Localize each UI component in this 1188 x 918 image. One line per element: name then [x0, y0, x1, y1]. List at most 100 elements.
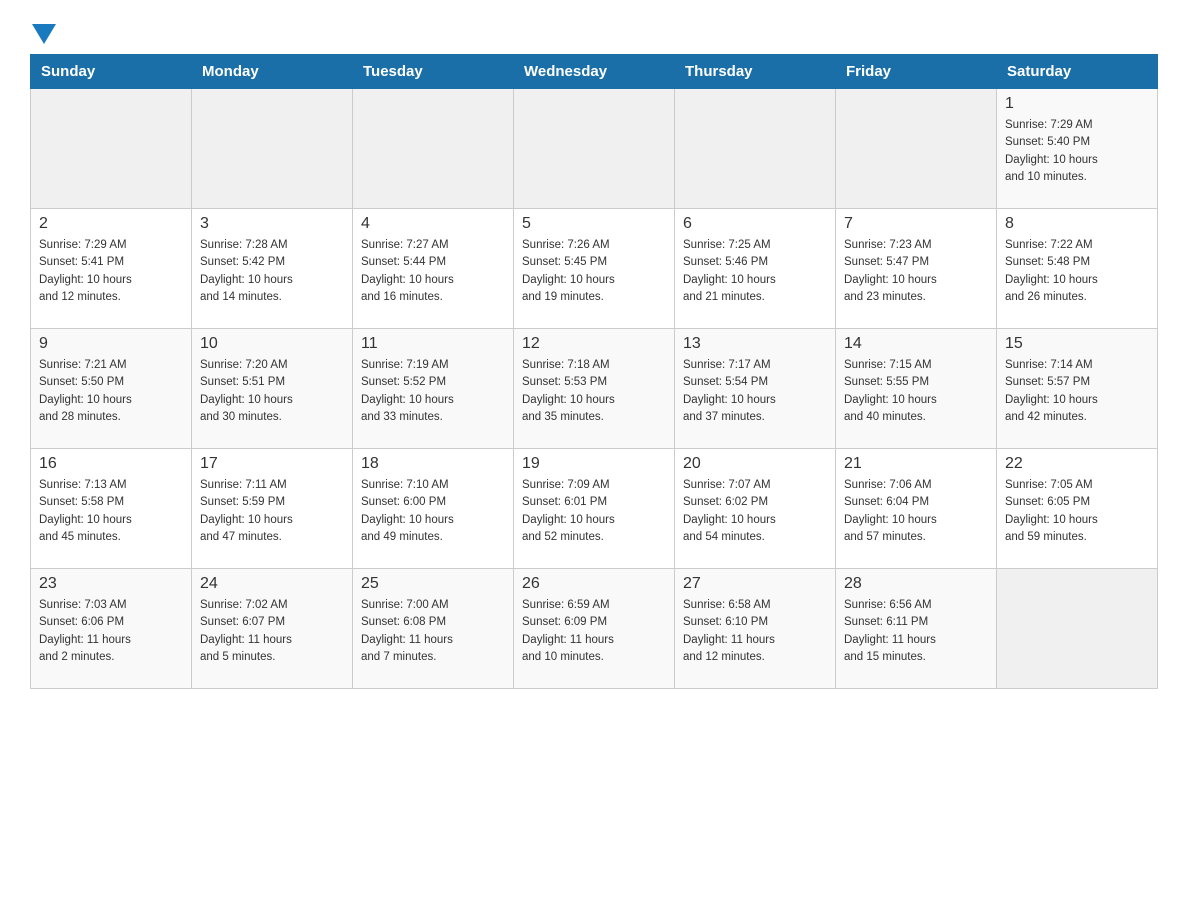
day-number: 21 — [844, 455, 988, 473]
calendar-header-monday: Monday — [192, 55, 353, 89]
day-info: Sunrise: 7:18 AM Sunset: 5:53 PM Dayligh… — [522, 357, 666, 426]
calendar-cell: 7 Sunrise: 7:23 AM Sunset: 5:47 PM Daylig… — [836, 209, 997, 329]
day-info: Sunrise: 7:15 AM Sunset: 5:55 PM Dayligh… — [844, 357, 988, 426]
day-info: Sunrise: 7:26 AM Sunset: 5:45 PM Dayligh… — [522, 237, 666, 306]
day-info: Sunrise: 7:10 AM Sunset: 6:00 PM Dayligh… — [361, 477, 505, 546]
calendar-week-5: 23 Sunrise: 7:03 AM Sunset: 6:06 PM Dayli… — [31, 569, 1158, 689]
calendar-week-2: 2 Sunrise: 7:29 AM Sunset: 5:41 PM Daylig… — [31, 209, 1158, 329]
calendar-week-3: 9 Sunrise: 7:21 AM Sunset: 5:50 PM Daylig… — [31, 329, 1158, 449]
day-info: Sunrise: 7:14 AM Sunset: 5:57 PM Dayligh… — [1005, 357, 1149, 426]
day-number: 19 — [522, 455, 666, 473]
day-number: 3 — [200, 215, 344, 233]
day-number: 11 — [361, 335, 505, 353]
day-info: Sunrise: 7:23 AM Sunset: 5:47 PM Dayligh… — [844, 237, 988, 306]
day-info: Sunrise: 7:22 AM Sunset: 5:48 PM Dayligh… — [1005, 237, 1149, 306]
day-number: 4 — [361, 215, 505, 233]
day-number: 9 — [39, 335, 183, 353]
calendar-cell: 9 Sunrise: 7:21 AM Sunset: 5:50 PM Daylig… — [31, 329, 192, 449]
day-number: 10 — [200, 335, 344, 353]
calendar-cell: 13 Sunrise: 7:17 AM Sunset: 5:54 PM Dayli… — [675, 329, 836, 449]
calendar-table: SundayMondayTuesdayWednesdayThursdayFrid… — [30, 54, 1158, 689]
calendar-cell — [192, 89, 353, 209]
calendar-cell: 11 Sunrise: 7:19 AM Sunset: 5:52 PM Dayli… — [353, 329, 514, 449]
day-info: Sunrise: 7:21 AM Sunset: 5:50 PM Dayligh… — [39, 357, 183, 426]
calendar-header-row: SundayMondayTuesdayWednesdayThursdayFrid… — [31, 55, 1158, 89]
day-number: 17 — [200, 455, 344, 473]
calendar-cell: 14 Sunrise: 7:15 AM Sunset: 5:55 PM Dayli… — [836, 329, 997, 449]
calendar-cell — [836, 89, 997, 209]
day-number: 25 — [361, 575, 505, 593]
calendar-cell — [675, 89, 836, 209]
day-number: 26 — [522, 575, 666, 593]
logo — [30, 20, 56, 44]
day-number: 23 — [39, 575, 183, 593]
day-info: Sunrise: 6:58 AM Sunset: 6:10 PM Dayligh… — [683, 597, 827, 666]
calendar-cell: 6 Sunrise: 7:25 AM Sunset: 5:46 PM Daylig… — [675, 209, 836, 329]
day-info: Sunrise: 7:17 AM Sunset: 5:54 PM Dayligh… — [683, 357, 827, 426]
calendar-week-4: 16 Sunrise: 7:13 AM Sunset: 5:58 PM Dayli… — [31, 449, 1158, 569]
day-info: Sunrise: 7:13 AM Sunset: 5:58 PM Dayligh… — [39, 477, 183, 546]
day-number: 16 — [39, 455, 183, 473]
day-number: 27 — [683, 575, 827, 593]
day-info: Sunrise: 7:11 AM Sunset: 5:59 PM Dayligh… — [200, 477, 344, 546]
day-number: 28 — [844, 575, 988, 593]
day-number: 20 — [683, 455, 827, 473]
calendar-cell: 25Sunrise: 7:00 AM Sunset: 6:08 PM Dayli… — [353, 569, 514, 689]
day-number: 5 — [522, 215, 666, 233]
calendar-cell: 21 Sunrise: 7:06 AM Sunset: 6:04 PM Dayli… — [836, 449, 997, 569]
calendar-cell — [31, 89, 192, 209]
calendar-cell: 10 Sunrise: 7:20 AM Sunset: 5:51 PM Dayli… — [192, 329, 353, 449]
calendar-cell: 26 Sunrise: 6:59 AM Sunset: 6:09 PM Dayli… — [514, 569, 675, 689]
calendar-cell: 19 Sunrise: 7:09 AM Sunset: 6:01 PM Dayli… — [514, 449, 675, 569]
day-number: 2 — [39, 215, 183, 233]
day-info: Sunrise: 7:03 AM Sunset: 6:06 PM Dayligh… — [39, 597, 183, 666]
day-info: Sunrise: 7:06 AM Sunset: 6:04 PM Dayligh… — [844, 477, 988, 546]
day-info: Sunrise: 7:19 AM Sunset: 5:52 PM Dayligh… — [361, 357, 505, 426]
calendar-cell — [353, 89, 514, 209]
calendar-cell: 22Sunrise: 7:05 AM Sunset: 6:05 PM Dayli… — [997, 449, 1158, 569]
day-info: Sunrise: 7:02 AM Sunset: 6:07 PM Dayligh… — [200, 597, 344, 666]
calendar-cell: 12 Sunrise: 7:18 AM Sunset: 5:53 PM Dayli… — [514, 329, 675, 449]
day-info: Sunrise: 7:20 AM Sunset: 5:51 PM Dayligh… — [200, 357, 344, 426]
calendar-header-saturday: Saturday — [997, 55, 1158, 89]
calendar-cell: 16 Sunrise: 7:13 AM Sunset: 5:58 PM Dayli… — [31, 449, 192, 569]
day-number: 15 — [1005, 335, 1149, 353]
calendar-cell: 1 Sunrise: 7:29 AM Sunset: 5:40 PM Daylig… — [997, 89, 1158, 209]
day-info: Sunrise: 6:56 AM Sunset: 6:11 PM Dayligh… — [844, 597, 988, 666]
day-number: 7 — [844, 215, 988, 233]
day-info: Sunrise: 7:29 AM Sunset: 5:41 PM Dayligh… — [39, 237, 183, 306]
day-info: Sunrise: 7:28 AM Sunset: 5:42 PM Dayligh… — [200, 237, 344, 306]
calendar-cell: 18Sunrise: 7:10 AM Sunset: 6:00 PM Dayli… — [353, 449, 514, 569]
calendar-cell: 15 Sunrise: 7:14 AM Sunset: 5:57 PM Dayli… — [997, 329, 1158, 449]
calendar-cell: 27 Sunrise: 6:58 AM Sunset: 6:10 PM Dayli… — [675, 569, 836, 689]
day-info: Sunrise: 6:59 AM Sunset: 6:09 PM Dayligh… — [522, 597, 666, 666]
day-number: 14 — [844, 335, 988, 353]
day-info: Sunrise: 7:29 AM Sunset: 5:40 PM Dayligh… — [1005, 117, 1149, 186]
page-header — [30, 20, 1158, 44]
calendar-cell: 28 Sunrise: 6:56 AM Sunset: 6:11 PM Dayli… — [836, 569, 997, 689]
calendar-cell: 2 Sunrise: 7:29 AM Sunset: 5:41 PM Daylig… — [31, 209, 192, 329]
calendar-header-sunday: Sunday — [31, 55, 192, 89]
day-number: 24 — [200, 575, 344, 593]
calendar-cell — [514, 89, 675, 209]
day-info: Sunrise: 7:05 AM Sunset: 6:05 PM Dayligh… — [1005, 477, 1149, 546]
calendar-cell: 8 Sunrise: 7:22 AM Sunset: 5:48 PM Daylig… — [997, 209, 1158, 329]
day-number: 6 — [683, 215, 827, 233]
day-info: Sunrise: 7:07 AM Sunset: 6:02 PM Dayligh… — [683, 477, 827, 546]
calendar-cell: 17 Sunrise: 7:11 AM Sunset: 5:59 PM Dayli… — [192, 449, 353, 569]
day-number: 1 — [1005, 95, 1149, 113]
calendar-cell: 4 Sunrise: 7:27 AM Sunset: 5:44 PM Daylig… — [353, 209, 514, 329]
day-info: Sunrise: 7:27 AM Sunset: 5:44 PM Dayligh… — [361, 237, 505, 306]
logo-triangle-icon — [32, 24, 56, 44]
day-number: 13 — [683, 335, 827, 353]
day-info: Sunrise: 7:09 AM Sunset: 6:01 PM Dayligh… — [522, 477, 666, 546]
day-info: Sunrise: 7:25 AM Sunset: 5:46 PM Dayligh… — [683, 237, 827, 306]
day-number: 12 — [522, 335, 666, 353]
calendar-header-friday: Friday — [836, 55, 997, 89]
day-number: 8 — [1005, 215, 1149, 233]
calendar-header-wednesday: Wednesday — [514, 55, 675, 89]
calendar-header-thursday: Thursday — [675, 55, 836, 89]
calendar-cell — [997, 569, 1158, 689]
calendar-cell: 24 Sunrise: 7:02 AM Sunset: 6:07 PM Dayli… — [192, 569, 353, 689]
calendar-cell: 23 Sunrise: 7:03 AM Sunset: 6:06 PM Dayli… — [31, 569, 192, 689]
